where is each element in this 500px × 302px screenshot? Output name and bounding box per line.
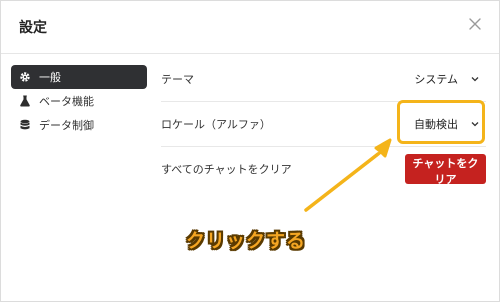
theme-select[interactable]: システム — [408, 67, 486, 91]
locale-value: 自動検出 — [414, 118, 458, 131]
locale-label: ロケール（アルファ） — [161, 118, 271, 131]
locale-select[interactable]: 自動検出 — [408, 112, 486, 136]
settings-panel: テーマ システム ロケール（アルファ） 自動検出 すべてのチャットをクリア チャ… — [161, 57, 486, 191]
sidebar-item-label: ベータ機能 — [39, 95, 94, 108]
close-icon — [469, 18, 481, 30]
header-divider — [1, 53, 499, 54]
clear-chats-label: すべてのチャットをクリア — [161, 163, 292, 176]
setting-row-locale: ロケール（アルファ） 自動検出 — [161, 102, 486, 147]
sidebar-item-label: データ制御 — [39, 119, 94, 132]
sidebar-item-label: 一般 — [39, 71, 61, 84]
settings-sidebar: 一般 ベータ機能 データ制御 — [11, 65, 147, 137]
settings-dialog: 設定 一般 ベータ機能 データ制御 テーマ システム ロケール（アルファ） 自動… — [0, 0, 500, 302]
click-annotation: クリックする — [186, 230, 307, 252]
theme-label: テーマ — [161, 73, 194, 86]
theme-value: システム — [414, 73, 458, 86]
flask-icon — [19, 95, 31, 107]
setting-row-theme: テーマ システム — [161, 57, 486, 102]
sidebar-item-beta[interactable]: ベータ機能 — [11, 89, 147, 113]
chevron-down-icon — [471, 122, 479, 127]
sidebar-item-general[interactable]: 一般 — [11, 65, 147, 89]
chevron-down-icon — [471, 77, 479, 82]
dialog-title: 設定 — [19, 20, 47, 36]
close-button[interactable] — [467, 16, 483, 32]
gear-icon — [19, 71, 31, 83]
sidebar-item-data-controls[interactable]: データ制御 — [11, 113, 147, 137]
database-icon — [19, 119, 31, 131]
clear-chats-button[interactable]: チャットをクリア — [405, 154, 486, 186]
setting-row-clear-chats: すべてのチャットをクリア チャットをクリア — [161, 147, 486, 191]
